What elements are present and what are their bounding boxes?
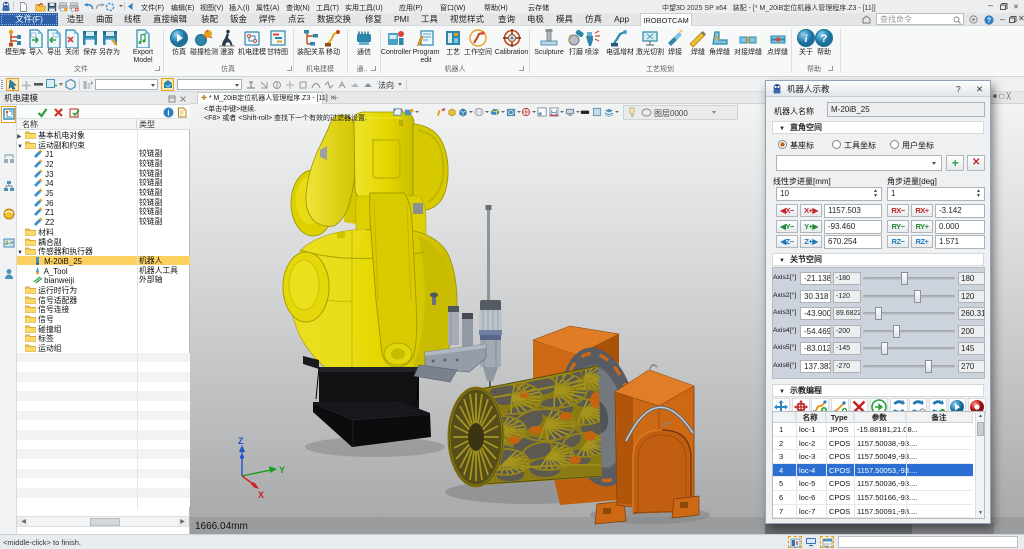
svg-text:Y: Y [279, 465, 285, 475]
svg-text:?: ? [821, 33, 828, 45]
svg-text:X: X [258, 490, 264, 500]
svg-text:?: ? [987, 17, 991, 24]
svg-text:Z: Z [238, 436, 244, 446]
svg-text:i: i [167, 109, 169, 118]
